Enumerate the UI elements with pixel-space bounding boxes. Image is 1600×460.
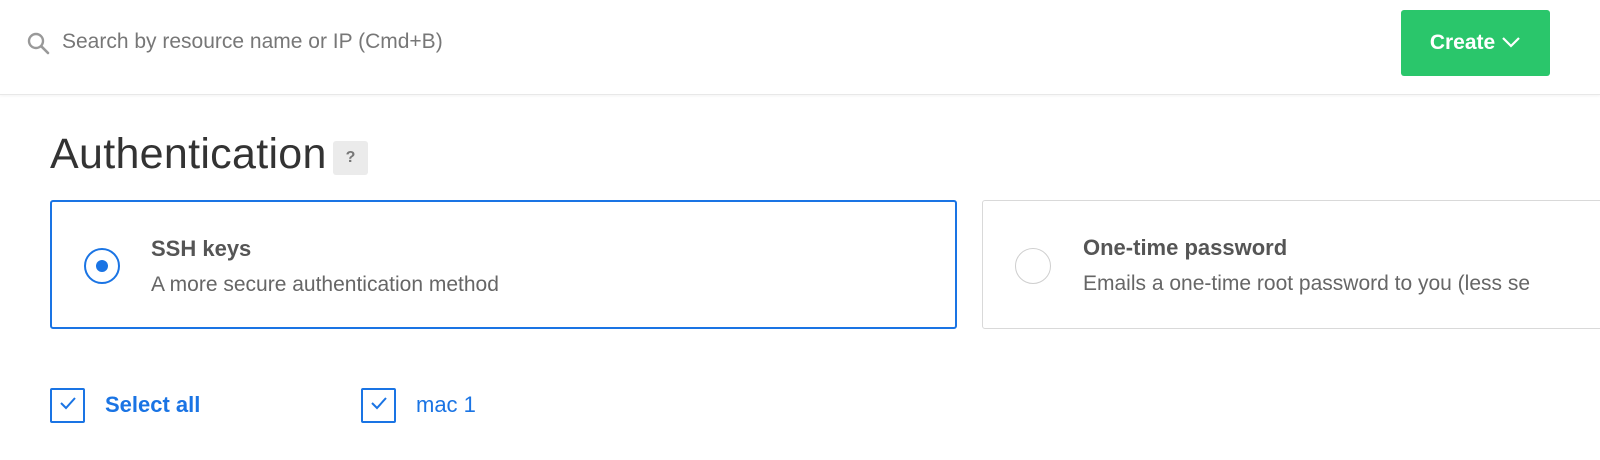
create-button[interactable]: Create (1401, 10, 1550, 76)
create-button-label: Create (1429, 31, 1496, 54)
auth-option-ssh-keys[interactable]: SSH keys A more secure authentication me… (50, 200, 957, 329)
checkmark-icon (369, 395, 389, 416)
select-all-checkbox[interactable] (50, 388, 85, 423)
radio-button-one-time-password[interactable] (1015, 248, 1051, 284)
section-title: Authentication (50, 130, 327, 178)
top-bar: Create (0, 0, 1600, 95)
chevron-down-icon (1501, 31, 1521, 55)
auth-option-description: A more secure authentication method (151, 273, 499, 296)
search-icon (26, 31, 52, 57)
auth-option-description: Emails a one-time root password to you (… (1083, 272, 1531, 295)
auth-option-title: One-time password (1083, 235, 1288, 260)
ssh-key-checkbox[interactable] (361, 388, 396, 423)
help-button[interactable]: ? (333, 141, 368, 175)
select-all-label[interactable]: Select all (105, 392, 200, 418)
search-input[interactable] (62, 22, 962, 62)
auth-option-one-time-password[interactable]: One-time password Emails a one-time root… (982, 200, 1600, 329)
radio-selected-dot (96, 260, 108, 272)
checkmark-icon (58, 395, 78, 416)
ssh-key-label[interactable]: mac 1 (416, 392, 476, 418)
radio-button-ssh-keys[interactable] (84, 248, 120, 284)
auth-option-title: SSH keys (151, 236, 252, 261)
